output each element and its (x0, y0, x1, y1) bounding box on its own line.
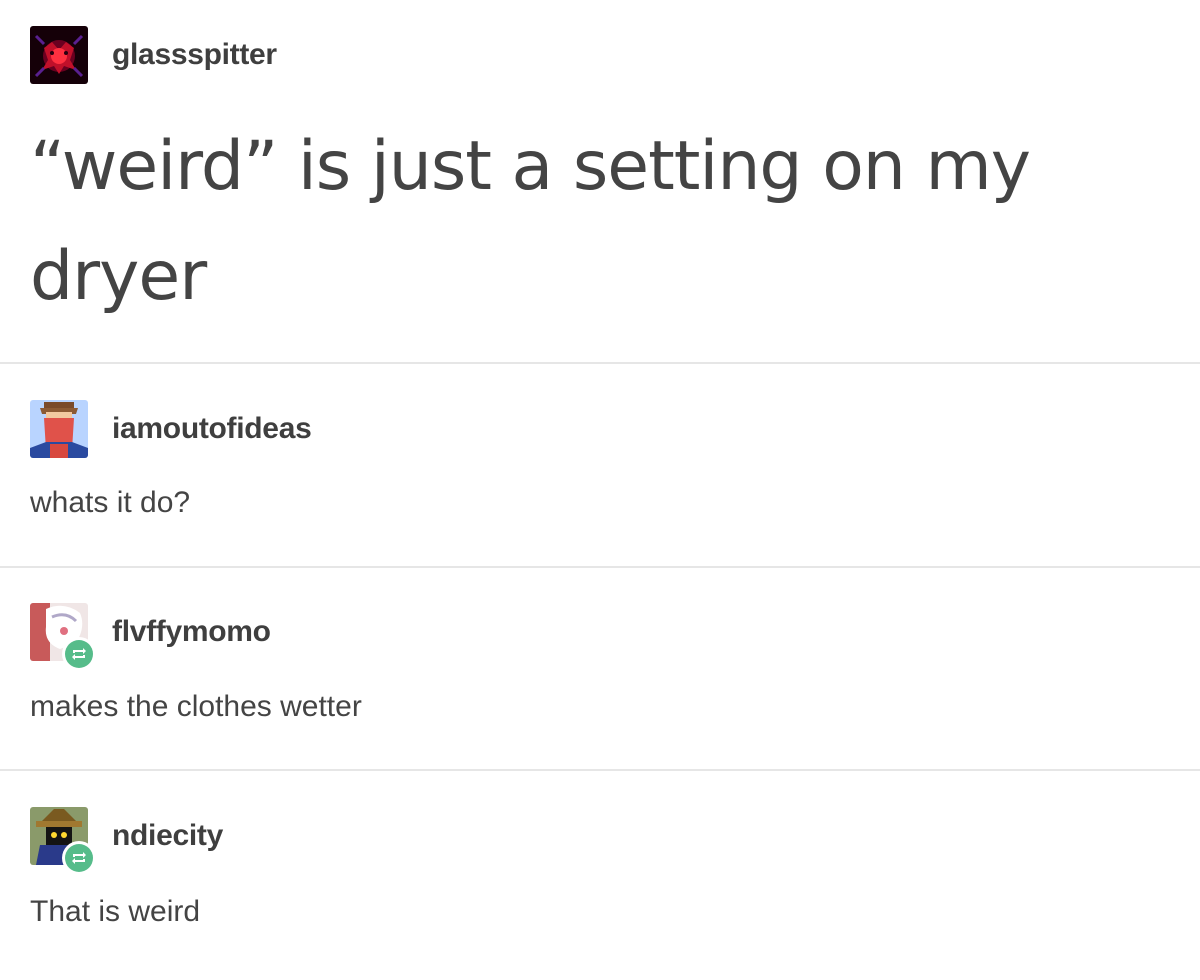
username[interactable]: iamoutofideas (112, 412, 312, 446)
reply-text: whats it do? (30, 486, 191, 519)
reblog-badge (62, 637, 96, 671)
avatar[interactable] (30, 26, 88, 84)
reply-header: ndiecity (30, 807, 223, 875)
reply-item: flvffymomo makes the clothes wetter (0, 568, 1200, 771)
reply-item: iamoutofideas whats it do? (0, 364, 1200, 567)
red-figure-avatar-icon (30, 26, 88, 84)
avatar[interactable] (30, 603, 96, 671)
post-text: “weird” is just a setting on my dryer (30, 127, 1031, 316)
reply-text: That is weird (30, 895, 201, 928)
username[interactable]: flvffymomo (112, 615, 271, 649)
reblog-badge (62, 841, 96, 875)
avatar[interactable] (30, 807, 96, 875)
original-post: glassspitter “weird” is just a setting o… (0, 0, 1200, 364)
reblog-icon (72, 648, 86, 660)
avatar[interactable] (30, 400, 88, 458)
red-mask-avatar-icon (30, 400, 88, 458)
reply-item: ndiecity That is weird (0, 771, 1200, 980)
reply-header: iamoutofideas (30, 400, 312, 458)
reply-text: makes the clothes wetter (30, 690, 362, 723)
reply-header: flvffymomo (30, 603, 271, 671)
post-header: glassspitter (30, 26, 277, 84)
post-thread: glassspitter “weird” is just a setting o… (0, 0, 1200, 980)
username[interactable]: glassspitter (112, 38, 277, 72)
username[interactable]: ndiecity (112, 819, 223, 853)
reblog-icon (72, 852, 86, 864)
